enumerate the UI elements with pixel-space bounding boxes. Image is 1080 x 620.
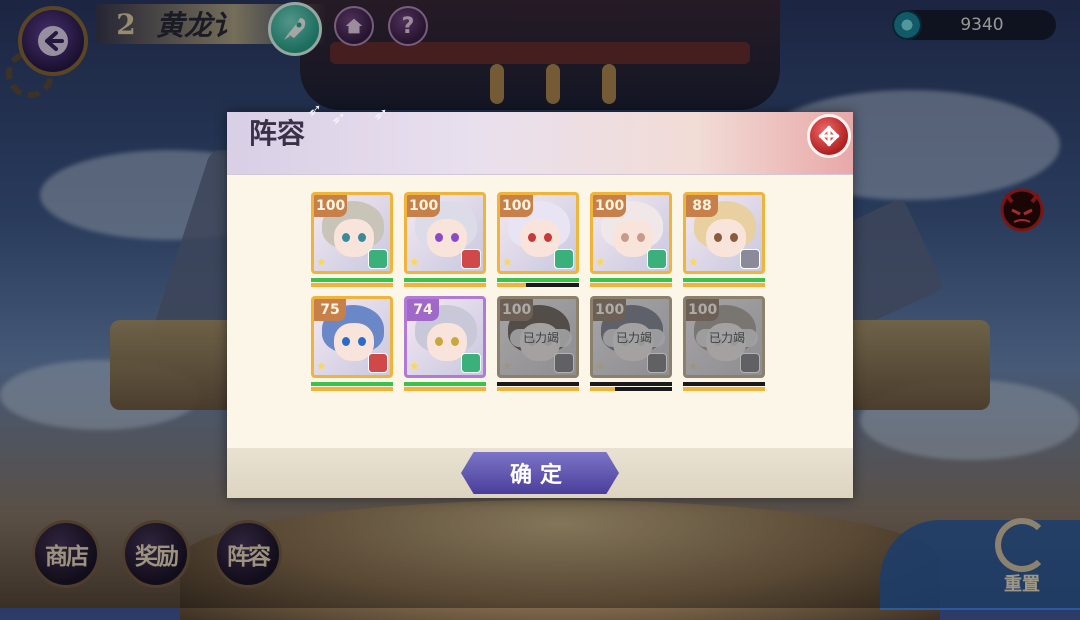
hp-bar	[404, 278, 486, 282]
hp-bar	[311, 382, 393, 386]
star-icon: ★	[502, 359, 513, 373]
class-icon	[740, 249, 760, 269]
hp-bar	[404, 382, 486, 386]
energy-bar	[683, 387, 765, 391]
hp-bar	[683, 382, 765, 386]
star-icon: ★	[688, 359, 699, 373]
energy-bar	[683, 283, 765, 287]
class-icon	[368, 353, 388, 373]
bird-decoration: ➶	[331, 108, 347, 129]
hero-level: 74	[407, 299, 439, 321]
dialog-title: 阵容	[249, 117, 306, 150]
energy-bar	[590, 283, 672, 287]
star-icon: ★	[316, 255, 327, 269]
hero-level: 88	[686, 195, 718, 217]
close-icon	[818, 125, 840, 147]
hp-bar	[311, 278, 393, 282]
confirm-label: 确定	[509, 463, 570, 488]
class-icon	[647, 249, 667, 269]
confirm-button[interactable]: 确定	[461, 452, 619, 494]
hero-status-bars	[404, 382, 486, 392]
hero-card[interactable]: 100 ★	[590, 192, 672, 274]
hero-card[interactable]: 100 ★	[497, 192, 579, 274]
hero-status-bars	[497, 278, 579, 288]
star-icon: ★	[409, 359, 420, 373]
class-icon	[461, 353, 481, 373]
class-icon	[554, 249, 574, 269]
hero-status-bars	[590, 382, 672, 392]
lineup-dialog: ➶ ➶ ➶ 阵容 100 ★ 100 ★ 100 ★ 100 ★ 88 ★ 75 ★ 74 ★ 100 ★ 已力…	[227, 100, 853, 498]
close-button[interactable]	[807, 114, 851, 158]
hp-bar	[590, 278, 672, 282]
hero-status-bars	[311, 278, 393, 288]
exhausted-tag: 已力竭	[696, 329, 758, 347]
class-icon	[740, 353, 760, 373]
hero-level: 100	[500, 299, 534, 321]
hp-bar	[683, 278, 765, 282]
hp-bar	[497, 278, 579, 282]
class-icon	[647, 353, 667, 373]
bird-decoration: ➶	[373, 104, 389, 125]
hero-level: 100	[500, 195, 534, 217]
hero-card[interactable]: 100 ★	[311, 192, 393, 274]
energy-bar	[311, 283, 393, 287]
hp-bar	[590, 382, 672, 386]
hero-status-bars	[590, 278, 672, 288]
hero-card[interactable]: 100 ★ 已力竭	[683, 296, 765, 378]
bird-decoration: ➶	[307, 100, 323, 121]
hero-card[interactable]: 100 ★ 已力竭	[497, 296, 579, 378]
hero-status-bars	[404, 278, 486, 288]
hero-status-bars	[497, 382, 579, 392]
energy-bar	[404, 387, 486, 391]
energy-bar	[590, 387, 672, 391]
star-icon: ★	[502, 255, 513, 269]
star-icon: ★	[595, 255, 606, 269]
star-icon: ★	[595, 359, 606, 373]
exhausted-tag: 已力竭	[510, 329, 572, 347]
class-icon	[368, 249, 388, 269]
class-icon	[461, 249, 481, 269]
hero-level: 100	[407, 195, 441, 217]
energy-bar	[311, 387, 393, 391]
star-icon: ★	[688, 255, 699, 269]
energy-bar	[497, 387, 579, 391]
class-icon	[554, 353, 574, 373]
hero-card[interactable]: 100 ★ 已力竭	[590, 296, 672, 378]
energy-bar	[497, 283, 579, 287]
hero-card[interactable]: 74 ★	[404, 296, 486, 378]
hero-level: 75	[314, 299, 346, 321]
hero-status-bars	[683, 278, 765, 288]
exhausted-tag: 已力竭	[603, 329, 665, 347]
dialog-header: ➶ ➶ ➶ 阵容	[227, 100, 853, 175]
hero-level: 100	[593, 195, 627, 217]
hero-card[interactable]: 100 ★	[404, 192, 486, 274]
hero-level: 100	[314, 195, 348, 217]
hero-level: 100	[686, 299, 720, 321]
hero-level: 100	[593, 299, 627, 321]
star-icon: ★	[316, 359, 327, 373]
hero-card[interactable]: 75 ★	[311, 296, 393, 378]
hero-status-bars	[311, 382, 393, 392]
hero-status-bars	[683, 382, 765, 392]
energy-bar	[404, 283, 486, 287]
hp-bar	[497, 382, 579, 386]
star-icon: ★	[409, 255, 420, 269]
hero-card[interactable]: 88 ★	[683, 192, 765, 274]
